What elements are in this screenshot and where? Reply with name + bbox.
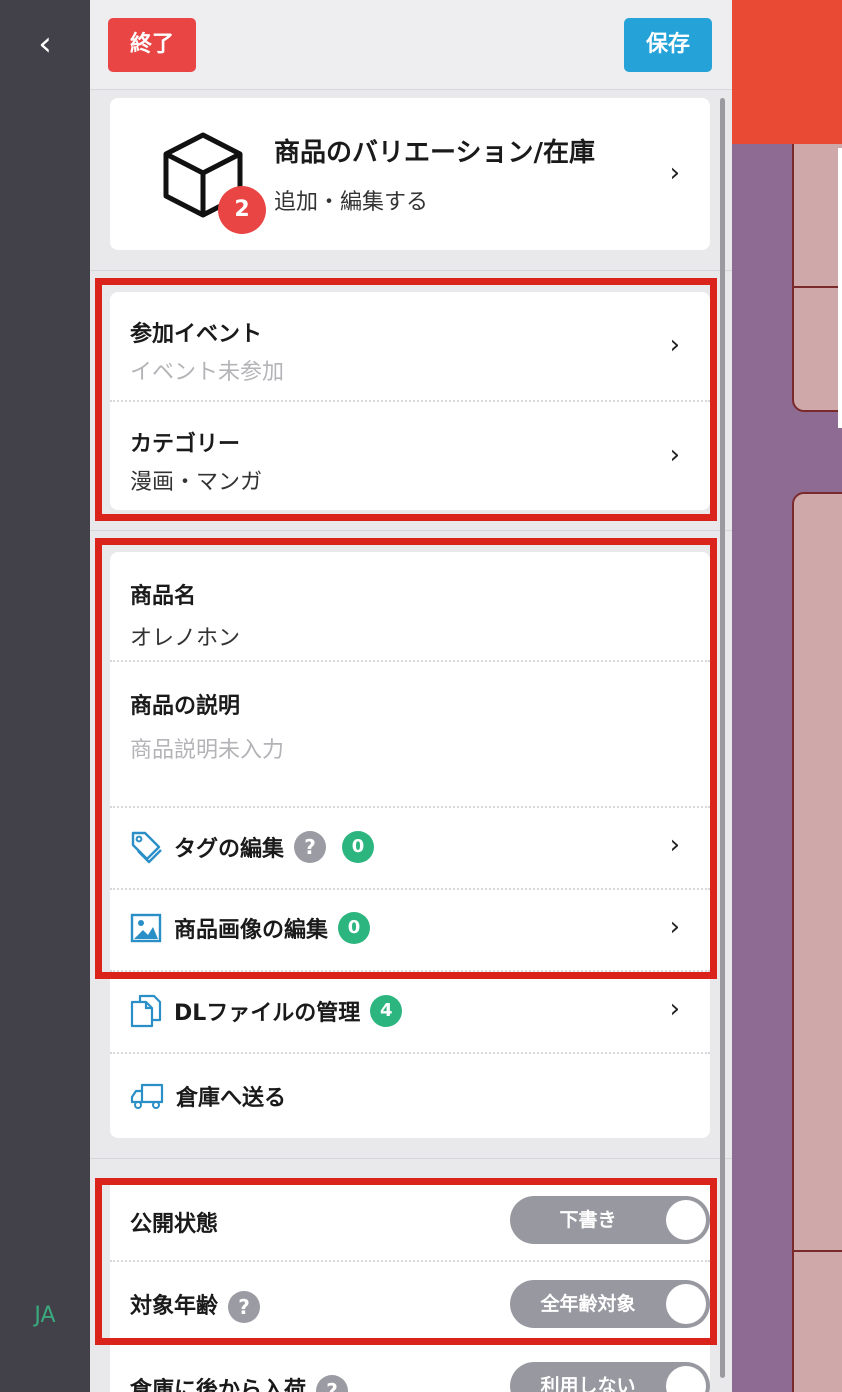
chevron-right-icon: ›	[669, 994, 680, 1024]
dl-file-label: DLファイルの管理	[174, 1001, 361, 1026]
end-button[interactable]: 終了	[108, 18, 196, 72]
background-area	[732, 0, 842, 1392]
language-indicator[interactable]: JA	[0, 1303, 90, 1328]
dl-file-row[interactable]: DLファイルの管理 4 ›	[110, 970, 710, 1052]
variation-title: 商品のバリエーション/在庫	[274, 138, 595, 168]
background-card	[792, 144, 842, 412]
save-button[interactable]: 保存	[624, 18, 712, 72]
chevron-right-icon: ›	[669, 158, 680, 188]
warehouse-later-label-wrap: 倉庫に後から入荷?	[130, 1372, 349, 1392]
highlight-box-event-category	[95, 278, 717, 521]
highlight-box-status	[95, 1178, 717, 1345]
warehouse-later-help-icon[interactable]: ?	[316, 1375, 349, 1392]
variation-card[interactable]: 2 商品のバリエーション/在庫 追加・編集する ›	[110, 98, 710, 250]
highlight-box-product-details	[95, 538, 717, 979]
warehouse-send-row[interactable]: 倉庫へ送る	[110, 1052, 710, 1138]
toggle-knob	[666, 1366, 706, 1392]
warehouse-later-toggle[interactable]: 利用しない	[510, 1362, 710, 1392]
files-icon	[130, 994, 162, 1028]
dl-file-count-badge: 4	[370, 995, 403, 1027]
truck-icon	[130, 1083, 164, 1109]
warehouse-later-label: 倉庫に後から入荷	[130, 1378, 307, 1392]
panel-header: 終了 保存	[90, 0, 732, 90]
left-nav-bar: ‹ JA	[0, 0, 90, 1392]
back-arrow-icon[interactable]: ‹	[30, 26, 60, 62]
warehouse-later-row: 倉庫に後から入荷? 利用しない	[110, 1342, 710, 1392]
variation-badge: 2	[218, 186, 266, 234]
variation-subtitle: 追加・編集する	[274, 190, 429, 215]
background-strip	[838, 148, 842, 428]
scrollbar[interactable]	[720, 98, 725, 1378]
background-card	[792, 492, 842, 1392]
warehouse-later-toggle-label: 利用しない	[540, 1375, 636, 1392]
background-header	[732, 0, 842, 144]
warehouse-send-label: 倉庫へ送る	[176, 1086, 287, 1111]
